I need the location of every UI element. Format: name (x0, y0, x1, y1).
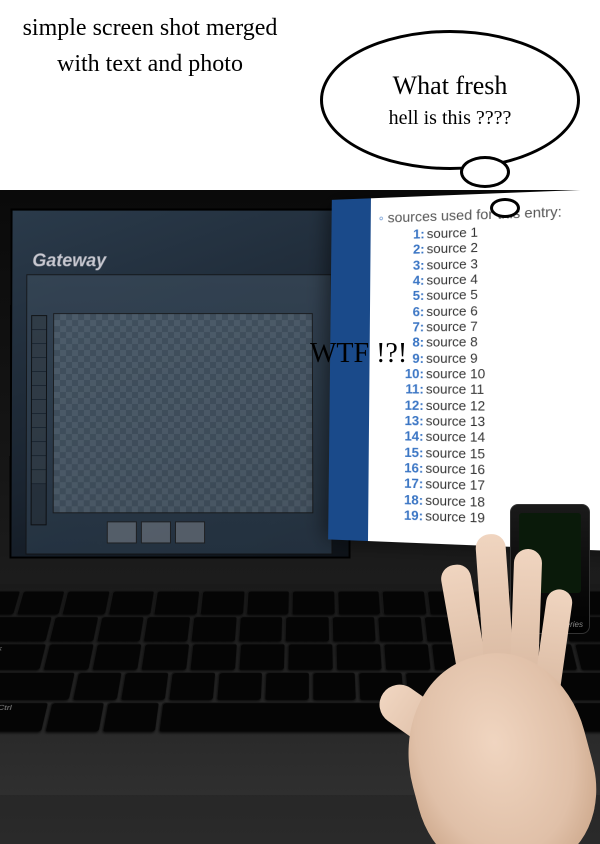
source-number: 4: (398, 273, 424, 289)
source-label: source 19 (425, 508, 485, 526)
source-label: source 1 (427, 224, 478, 241)
ctrl-key: Ctrl (0, 702, 48, 731)
photoshop-toolbar (31, 315, 48, 525)
thought-bubble-tail-1 (460, 156, 510, 188)
handheld-device: M-Series (510, 504, 590, 634)
source-label: source 14 (426, 429, 485, 446)
source-number: 15: (397, 444, 424, 460)
source-row: 10:source 10 (377, 366, 600, 382)
source-label: source 6 (426, 303, 478, 319)
source-number: 14: (397, 428, 424, 444)
source-number: 3: (398, 257, 424, 273)
thought-bubble-main: What fresh hell is this ???? (320, 30, 580, 170)
source-row: 9:source 9 (377, 349, 600, 366)
source-label: source 2 (427, 240, 478, 257)
laptop-screen: Gateway (9, 209, 350, 559)
sources-list: 1:source 12:source 23:source 34:source 4… (376, 219, 600, 532)
caption-text: simple screen shot merged with text and … (10, 10, 290, 82)
source-label: source 13 (426, 413, 485, 430)
source-number: 6: (398, 304, 424, 320)
bullet-icon: ◦ (379, 210, 384, 226)
source-label: source 17 (425, 476, 485, 494)
photoshop-window (25, 274, 332, 554)
source-label: source 10 (426, 366, 485, 382)
photo-area: Gateway ◦sources used for this entry: 1:… (0, 190, 600, 844)
source-number: 13: (397, 413, 424, 429)
thought-bubble: What fresh hell is this ???? (320, 30, 580, 170)
source-row: 7:source 7 (378, 317, 600, 335)
wtf-overlay-text: WTF !?! (310, 338, 407, 370)
source-number: 1: (398, 226, 424, 242)
source-number: 18: (397, 491, 424, 508)
thought-line-2: hell is this ???? (389, 107, 512, 130)
source-label: source 9 (426, 350, 478, 366)
thought-line-1: What fresh (393, 71, 508, 101)
source-label: source 16 (425, 460, 485, 477)
source-number: 5: (398, 288, 424, 304)
caps-lock-key: Caps Lock (0, 644, 46, 670)
source-number: 11: (397, 381, 424, 397)
source-row: 8:source 8 (378, 333, 600, 350)
source-label: source 8 (426, 334, 478, 350)
source-label: source 12 (426, 397, 485, 413)
source-label: source 11 (426, 382, 484, 398)
source-number: 7: (398, 319, 424, 335)
source-label: source 15 (426, 445, 486, 462)
source-row: 11:source 11 (377, 381, 600, 398)
sources-panel: ◦sources used for this entry: 1:source 1… (328, 190, 600, 553)
source-number: 12: (397, 397, 424, 413)
source-number: 2: (398, 242, 424, 258)
source-number: 16: (397, 460, 424, 476)
source-label: source 7 (426, 319, 478, 335)
source-label: source 18 (425, 492, 485, 510)
source-label: source 3 (427, 256, 478, 273)
source-label: source 5 (426, 287, 477, 303)
photoshop-thumbnails (107, 521, 205, 543)
thought-bubble-tail-2 (490, 198, 520, 218)
source-number: 17: (397, 475, 424, 492)
source-label: source 4 (426, 271, 477, 288)
source-number: 19: (396, 507, 423, 524)
device-model-label: M-Series (551, 620, 583, 629)
laptop-brand-logo: Gateway (32, 250, 106, 271)
tab-key: Tab (0, 616, 52, 641)
photoshop-canvas (53, 313, 314, 513)
